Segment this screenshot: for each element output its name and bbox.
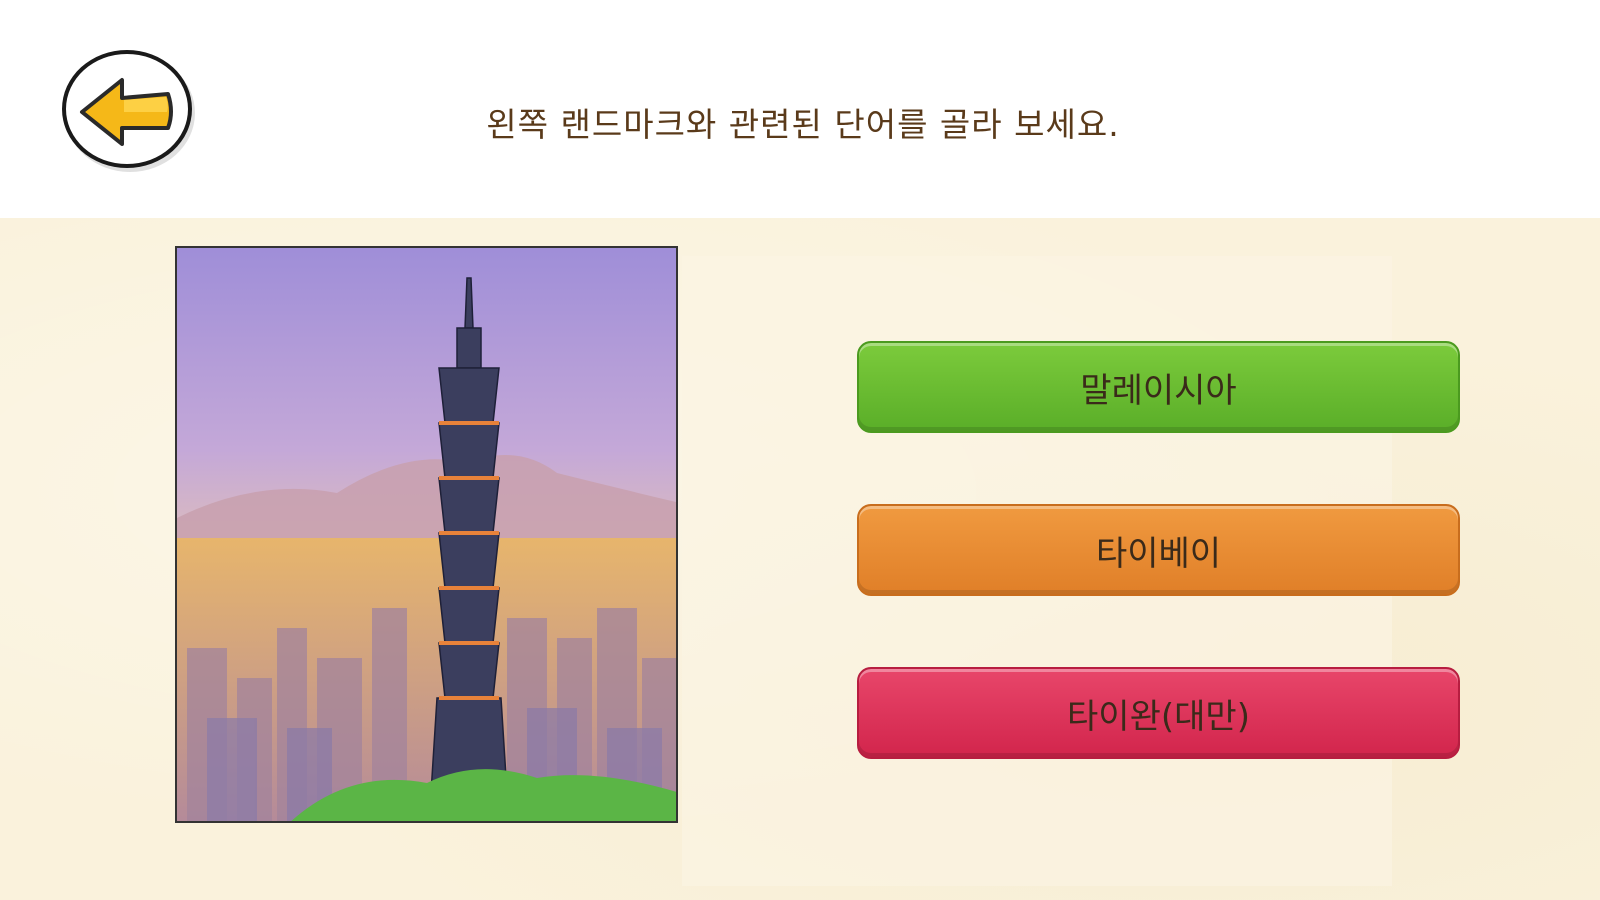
header-bar: 왼쪽 랜드마크와 관련된 단어를 골라 보세요. bbox=[0, 0, 1600, 218]
landmark-image bbox=[175, 246, 678, 823]
option-button-taiwan[interactable]: 타이완(대만) bbox=[857, 667, 1460, 759]
option-label: 타이베이 bbox=[1095, 533, 1222, 574]
option-button-malaysia[interactable]: 말레이시아 bbox=[857, 341, 1460, 433]
quiz-area: 말레이시아 타이베이 타이완(대만) bbox=[0, 218, 1600, 900]
option-button-taipei[interactable]: 타이베이 bbox=[857, 504, 1460, 596]
option-label: 말레이시아 bbox=[1080, 370, 1237, 411]
instruction-text: 왼쪽 랜드마크와 관련된 단어를 골라 보세요. bbox=[486, 105, 1120, 144]
option-label: 타이완(대만) bbox=[1067, 696, 1250, 737]
taipei-101-illustration bbox=[177, 248, 676, 821]
